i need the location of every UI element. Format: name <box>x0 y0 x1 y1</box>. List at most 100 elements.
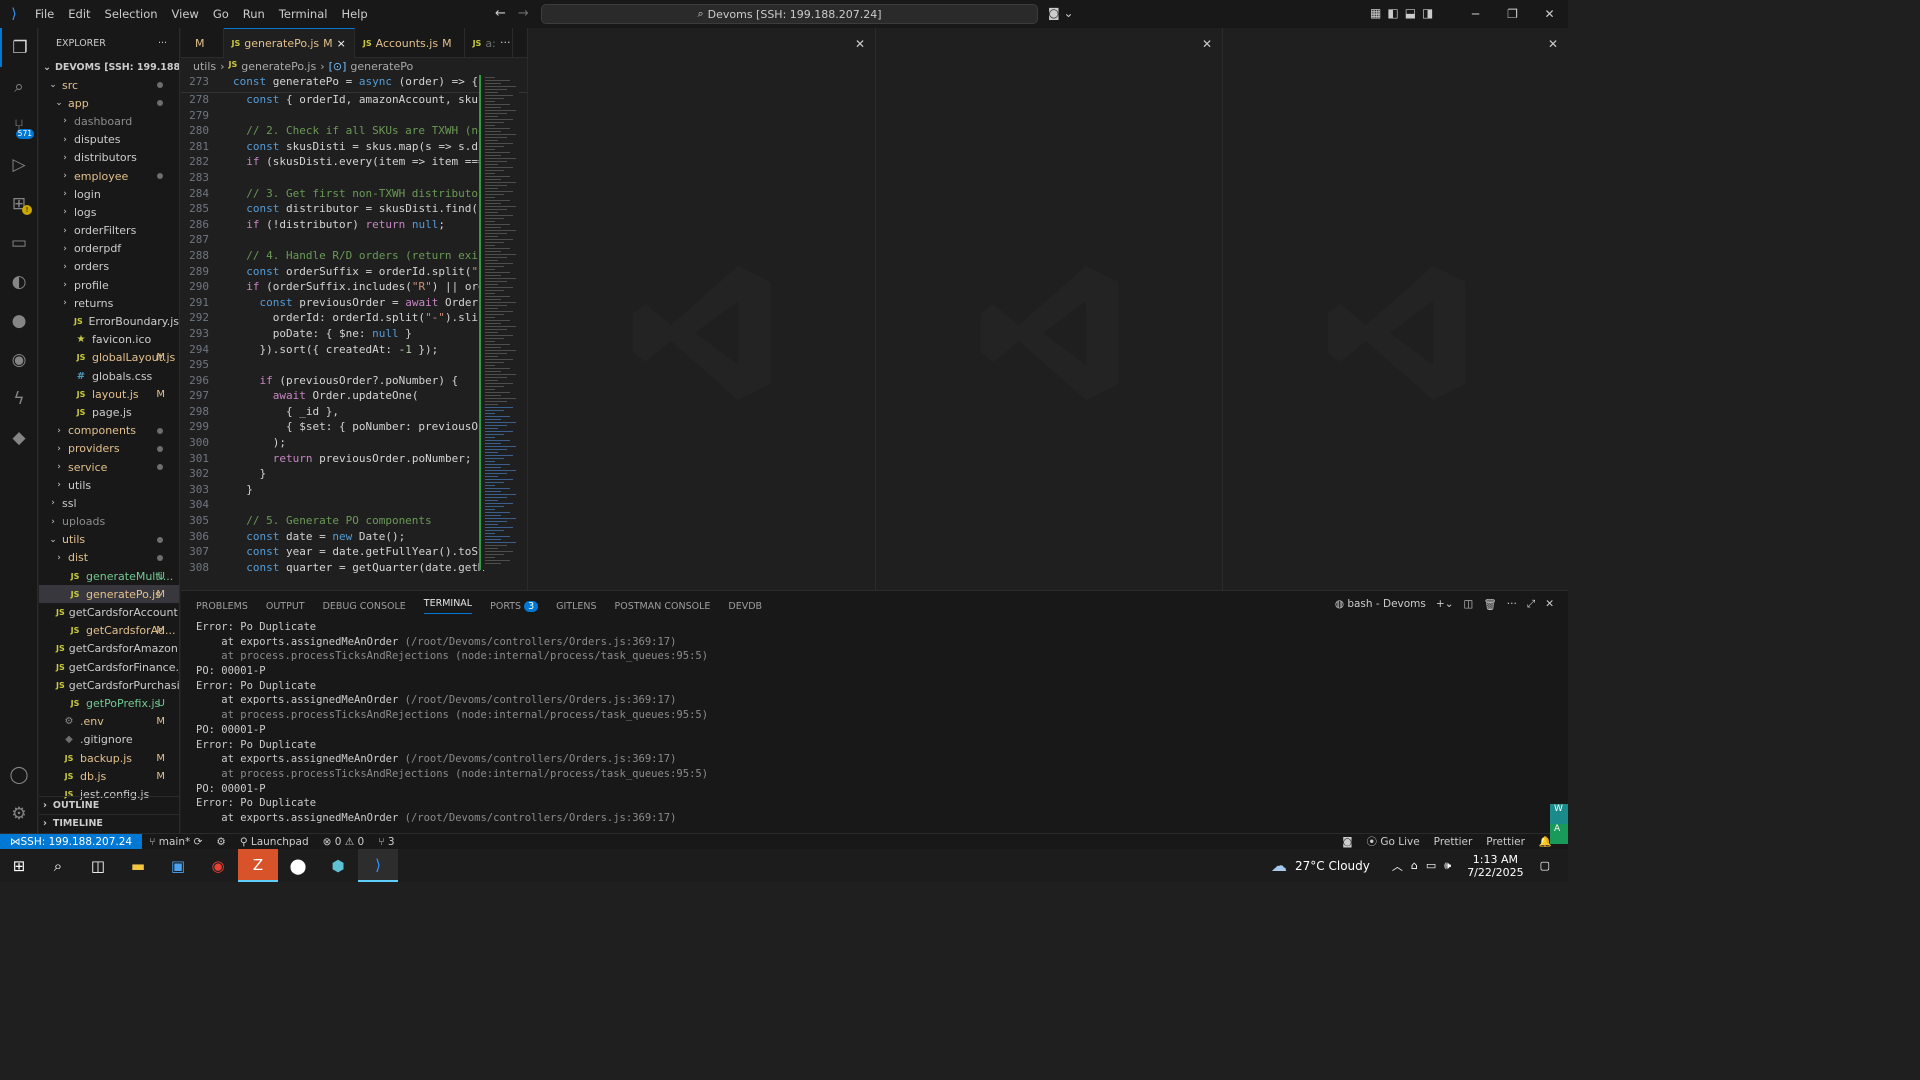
timeline-section[interactable]: › TIMELINE <box>39 814 180 832</box>
panel-tab[interactable]: POSTMAN CONSOLE <box>615 601 711 612</box>
forward-arrow-icon[interactable]: → <box>518 6 529 21</box>
volume-icon[interactable]: 🕪 <box>1444 859 1451 873</box>
tree-item[interactable]: JS generateMulti... U <box>39 567 179 585</box>
source-control-icon[interactable]: ⑂ 571 <box>0 106 38 145</box>
back-arrow-icon[interactable]: ← <box>495 6 506 21</box>
close-group-icon[interactable]: ✕ <box>855 37 865 51</box>
explorer-icon[interactable]: ❐ <box>0 28 38 67</box>
tree-item[interactable]: › orders <box>39 258 179 276</box>
command-center[interactable]: ⌕ Devoms [SSH: 199.188.207.24] <box>541 4 1038 24</box>
remote-explorer-icon[interactable]: ▭ <box>0 223 38 262</box>
manage-gear-icon[interactable]: ⚙ <box>0 794 38 833</box>
tree-item[interactable]: ⌄ src <box>39 76 179 94</box>
tree-item[interactable]: › login <box>39 185 179 203</box>
prettier-status-2[interactable]: Prettier <box>1479 836 1532 848</box>
tree-item[interactable]: JS getCardsforAmazon.js <box>39 640 179 658</box>
terminal-profile[interactable]: ◍ bash - Devoms <box>1335 598 1426 611</box>
code-editor[interactable]: 273 const generatePo = async (order) => {… <box>181 75 527 590</box>
restore-icon[interactable]: ❐ <box>1494 0 1531 28</box>
tree-item[interactable]: JS getCardsforPurchasi... <box>39 676 179 694</box>
panel-tab[interactable]: PORTS 3 <box>490 600 539 612</box>
tree-item[interactable]: › orderpdf <box>39 240 179 258</box>
editor-tab[interactable]: JS Accounts.js M <box>355 28 465 58</box>
tree-item[interactable]: JS getCardsforFinance.js <box>39 658 179 676</box>
side-widget[interactable]: W A <box>1550 804 1568 844</box>
tree-item[interactable]: › disputes <box>39 131 179 149</box>
tree-item[interactable]: › dist <box>39 549 179 567</box>
tree-item[interactable]: › orderFilters <box>39 222 179 240</box>
search-icon[interactable]: ⌕ <box>38 849 78 882</box>
tree-item[interactable]: ⚙ .env M <box>39 713 179 731</box>
network-icon[interactable]: ⌂ <box>1411 859 1418 872</box>
store-icon[interactable]: ▣ <box>158 849 198 882</box>
panel-tab[interactable]: PROBLEMS <box>196 601 248 612</box>
extensions-icon[interactable]: ⊞! <box>0 184 38 223</box>
file-explorer-icon[interactable]: ▬ <box>118 849 158 882</box>
breadcrumb-folder[interactable]: utils <box>193 60 216 73</box>
git-branch[interactable]: ⑂ main* ⟳ <box>142 836 209 848</box>
display-icon[interactable]: ▭ <box>1426 859 1436 872</box>
tree-item[interactable]: › employee <box>39 167 179 185</box>
cursor-app-icon[interactable]: ⬢ <box>318 849 358 882</box>
account-icon[interactable]: ◯ <box>0 755 38 794</box>
workspace-root[interactable]: ⌄ DEVOMS [SSH: 199.188.20... <box>39 58 179 76</box>
panel-tab[interactable]: DEVDB <box>728 601 762 612</box>
tree-item[interactable]: › returns <box>39 294 179 312</box>
go-live[interactable]: ⦿ Go Live <box>1359 834 1426 849</box>
tree-item[interactable]: JS layout.js M <box>39 385 179 403</box>
breadcrumb-symbol[interactable]: generatePo <box>350 60 413 73</box>
ports-indicator[interactable]: ⑂ 3 <box>371 836 401 848</box>
postman-icon[interactable]: ● <box>0 301 38 340</box>
menu-help[interactable]: Help <box>334 0 374 28</box>
tree-item[interactable]: › profile <box>39 276 179 294</box>
menu-go[interactable]: Go <box>206 0 236 28</box>
thunder-icon[interactable]: ϟ <box>0 379 38 418</box>
minimize-icon[interactable]: ─ <box>1457 0 1494 28</box>
menu-selection[interactable]: Selection <box>98 0 165 28</box>
close-tab-icon[interactable]: × <box>337 37 346 50</box>
close-icon[interactable]: ✕ <box>1531 0 1568 28</box>
tree-item[interactable]: › service <box>39 458 179 476</box>
run-debug-icon[interactable]: ▷ <box>0 145 38 184</box>
prettier-status[interactable]: Prettier <box>1427 836 1480 848</box>
toggle-secondary-sidebar-icon[interactable]: ◨ <box>1422 6 1433 20</box>
menu-file[interactable]: File <box>28 0 61 28</box>
new-terminal-icon[interactable]: +⌄ <box>1436 598 1454 611</box>
menu-edit[interactable]: Edit <box>61 0 97 28</box>
tree-item[interactable]: › logs <box>39 203 179 221</box>
ai-app-icon[interactable]: ⬤ <box>278 849 318 882</box>
breadcrumb-file[interactable]: generatePo.js <box>241 60 316 73</box>
tray-chevron-up-icon[interactable]: ︿ <box>1392 858 1403 874</box>
outline-section[interactable]: › OUTLINE <box>39 796 180 814</box>
tree-item[interactable]: ⌄ app <box>39 94 179 112</box>
tree-item[interactable]: JS backup.js M <box>39 749 179 767</box>
menu-run[interactable]: Run <box>236 0 272 28</box>
panel-more-icon[interactable]: ··· <box>1507 598 1517 611</box>
tree-item[interactable]: › dashboard <box>39 112 179 130</box>
launchpad[interactable]: ⚲ Launchpad <box>233 836 316 848</box>
split-terminal-icon[interactable]: ◫ <box>1464 598 1474 611</box>
tree-item[interactable]: JS generatePo.js M <box>39 585 179 604</box>
toggle-primary-sidebar-icon[interactable]: ◧ <box>1387 6 1398 20</box>
vscode-app-icon[interactable]: ⟩ <box>358 849 398 882</box>
tree-item[interactable]: # globals.css <box>39 367 179 385</box>
close-group-icon[interactable]: ✕ <box>1548 37 1558 51</box>
tabs-more-icon[interactable]: ··· <box>500 36 511 49</box>
menu-view[interactable]: View <box>165 0 206 28</box>
panel-tab[interactable]: DEBUG CONSOLE <box>323 601 406 612</box>
panel-tab[interactable]: OUTPUT <box>266 601 305 612</box>
maximize-panel-icon[interactable]: ⤢ <box>1527 598 1535 611</box>
remote-indicator[interactable]: ⋈ SSH: 199.188.207.24 <box>0 833 143 850</box>
problems-indicator[interactable]: ⊗ 0 ⚠ 0 <box>316 836 372 848</box>
close-group-icon[interactable]: ✕ <box>1202 37 1212 51</box>
tree-item[interactable]: › distributors <box>39 149 179 167</box>
tree-item[interactable]: JS page.js <box>39 403 179 421</box>
devdb-icon[interactable]: ◉ <box>0 340 38 379</box>
copilot-icon[interactable]: ◙ ⌄ <box>1048 6 1074 20</box>
terminal-output[interactable]: Error: Po Duplicate at exports.assignedM… <box>181 621 1568 827</box>
toggle-panel-icon[interactable]: ⬓ <box>1405 6 1416 20</box>
clock[interactable]: 1:13 AM 7/22/2025 <box>1467 853 1523 879</box>
tree-item[interactable]: JS getCardsforAccount.js <box>39 603 179 621</box>
tree-item[interactable]: JS getCardsforAd... M <box>39 622 179 640</box>
tree-item[interactable]: › ssl <box>39 494 179 512</box>
